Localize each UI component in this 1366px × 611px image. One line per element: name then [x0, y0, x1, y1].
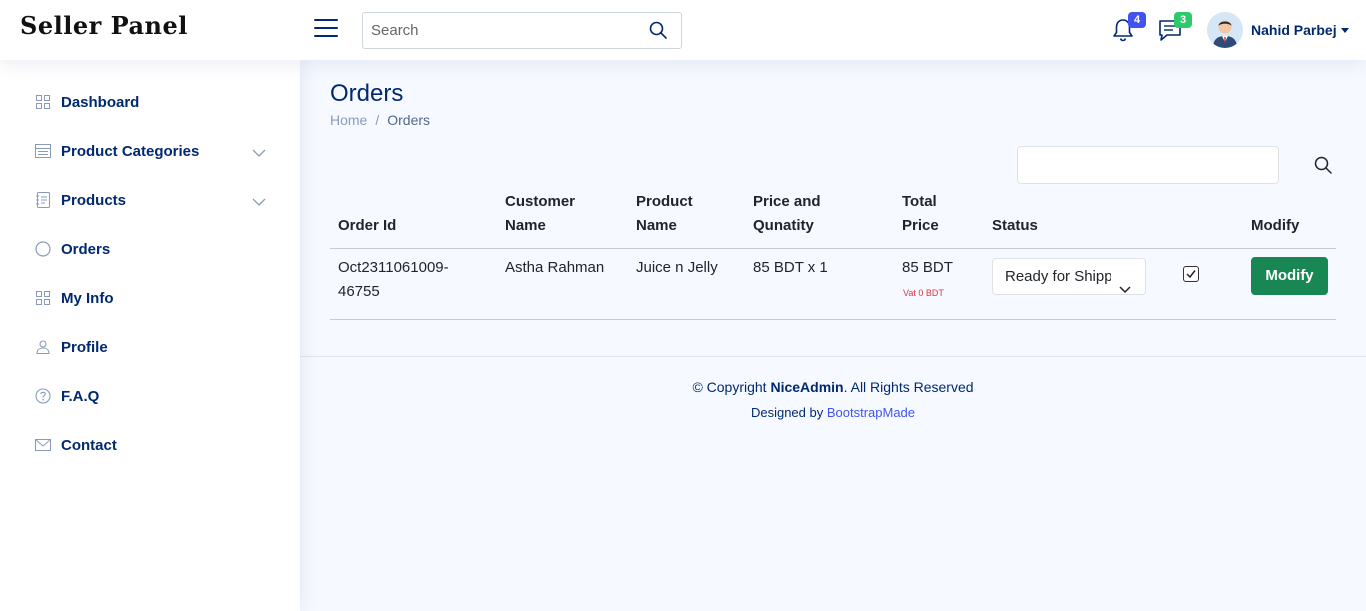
app-logo[interactable]: Seller Panel	[20, 11, 188, 40]
sidebar-item-label: My Info	[61, 289, 114, 307]
column-header-modify: Modify	[1251, 217, 1300, 234]
caret-down-icon	[1340, 27, 1349, 33]
modify-button[interactable]: Modify	[1251, 257, 1328, 295]
sidebar-item-label: Contact	[61, 436, 117, 454]
envelope-icon	[35, 437, 51, 453]
column-header-customer-name: Customer Name	[505, 193, 576, 234]
sidebar-item-label: Dashboard	[61, 93, 140, 111]
search-bar	[362, 12, 682, 49]
table-header-divider	[330, 248, 1336, 249]
page-title: Orders	[330, 80, 404, 107]
price-quantity-cell: 85 BDT x 1	[753, 259, 828, 276]
grid-icon	[35, 94, 51, 110]
hamburger-line	[314, 35, 338, 37]
chevron-down-icon	[1119, 272, 1131, 294]
breadcrumb: Home / Orders	[330, 112, 430, 128]
toggle-sidebar-button[interactable]	[314, 19, 338, 41]
product-name-cell: Juice n Jelly	[636, 259, 718, 276]
column-header-status: Status	[992, 217, 1038, 234]
total-price-cell: 85 BDT	[902, 259, 953, 276]
notifications-count-badge: 4	[1128, 12, 1146, 28]
breadcrumb-current: Orders	[387, 112, 431, 128]
journal-text-icon	[35, 192, 51, 208]
person-icon	[35, 339, 51, 355]
credits-text: Designed by BootstrapMade	[750, 405, 916, 420]
hamburger-line	[314, 27, 338, 29]
chevron-down-icon	[252, 145, 266, 157]
sidebar-item-profile[interactable]: Profile	[20, 327, 280, 367]
question-circle-icon	[35, 388, 51, 404]
status-select-value: Ready for Shipping	[1005, 268, 1111, 285]
menu-list-icon	[35, 143, 51, 159]
table-row-divider	[330, 319, 1336, 320]
avatar	[1207, 12, 1243, 48]
sidebar-item-label: Orders	[61, 240, 111, 258]
column-header-product-name: Product Name	[636, 193, 693, 234]
column-header-total-price: Total Price	[902, 193, 939, 234]
notifications-button[interactable]: 4	[1112, 12, 1146, 44]
sidebar-item-label: Products	[61, 191, 127, 209]
sidebar-item-contact[interactable]: Contact	[20, 425, 280, 465]
header: Seller Panel 4 3 Nahid Parbej	[0, 0, 1366, 60]
sidebar-item-my-info[interactable]: My Info	[20, 278, 280, 318]
user-profile-dropdown[interactable]: Nahid Parbej	[1207, 12, 1349, 48]
footer-brand: NiceAdmin	[770, 379, 844, 395]
sidebar-item-dashboard[interactable]: Dashboard	[20, 82, 280, 122]
messages-button[interactable]: 3	[1158, 12, 1192, 44]
breadcrumb-home-link[interactable]: Home	[330, 112, 367, 128]
user-name: Nahid Parbej	[1251, 22, 1337, 38]
grid-icon	[35, 290, 51, 306]
sidebar-item-product-categories[interactable]: Product Categories	[20, 131, 280, 171]
chevron-down-icon	[252, 194, 266, 206]
column-header-price-quantity: Price and Qunatity	[753, 193, 821, 234]
sidebar: Dashboard Product Categories Products Or…	[0, 60, 300, 611]
sidebar-item-label: F.A.Q	[61, 387, 100, 405]
main-content: Orders Home / Orders Order Id Customer Na…	[300, 60, 1366, 611]
search-icon	[1314, 156, 1332, 174]
breadcrumb-separator: /	[375, 112, 380, 128]
search-input[interactable]	[363, 13, 643, 48]
messages-count-badge: 3	[1174, 12, 1192, 28]
checkmark-icon	[1186, 270, 1196, 279]
row-checkbox[interactable]	[1183, 266, 1199, 282]
table-search-box	[1017, 146, 1279, 184]
search-button[interactable]	[649, 21, 669, 41]
sidebar-item-orders[interactable]: Orders	[20, 229, 280, 269]
copyright-text: © Copyright NiceAdmin. All Rights Reserv…	[692, 379, 974, 395]
hamburger-line	[314, 19, 338, 21]
sidebar-item-label: Profile	[61, 338, 108, 356]
status-select[interactable]: Ready for Shipping	[992, 258, 1146, 295]
order-id-cell: Oct2311061009- 46755	[338, 259, 449, 300]
designer-link[interactable]: BootstrapMade	[827, 405, 915, 420]
vat-text: Vat 0 BDT	[903, 288, 944, 298]
customer-name-cell: Astha Rahman	[505, 259, 605, 276]
column-header-order-id: Order Id	[338, 217, 397, 234]
sidebar-item-products[interactable]: Products	[20, 180, 280, 220]
search-icon	[649, 21, 667, 39]
sidebar-item-faq[interactable]: F.A.Q	[20, 376, 280, 416]
table-search-button[interactable]	[1314, 156, 1334, 176]
sidebar-item-label: Product Categories	[61, 142, 200, 160]
circle-icon	[35, 241, 51, 257]
table-search-input[interactable]	[1018, 147, 1278, 183]
footer-divider	[300, 356, 1366, 357]
